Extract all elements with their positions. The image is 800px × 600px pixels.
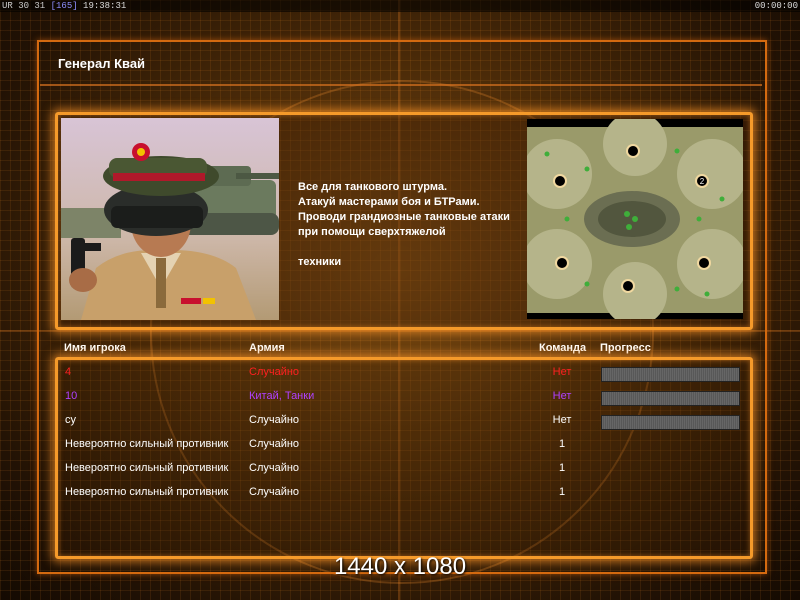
start-position-marker[interactable] [626,144,640,158]
fps-label: [165] [50,1,78,11]
title-divider [40,84,762,86]
general-description: Все для танкового штурма. Атакуй мастера… [298,181,510,268]
player-list-panel [55,357,753,559]
player-row[interactable]: су Случайно Нет [0,414,800,430]
player-name: 10 [65,390,78,402]
player-team: 1 [558,462,566,474]
player-army: Случайно [249,486,300,498]
player-army: Случайно [249,366,300,378]
header-army: Армия [249,342,285,354]
start-position-marker[interactable] [555,256,569,270]
player-army: Китай, Танки [249,390,315,402]
timer-label: 00:00:00 [754,1,798,11]
start-position-marker[interactable] [553,174,567,188]
player-team: Нет [552,414,572,426]
clock-label: 19:38:31 [83,1,127,11]
player-name: су [65,414,76,426]
start-position-marker[interactable]: 2 [695,174,709,188]
player-row[interactable]: 10 Китай, Танки Нет [0,390,800,406]
player-team: Нет [552,366,572,378]
general-title: Генерал Квай [58,56,146,71]
start-position-label: 2 [700,177,705,186]
player-row[interactable]: Невероятно сильный противник Случайно 1 [0,462,800,478]
player-name: Невероятно сильный противник [65,438,229,450]
map-preview[interactable]: 2 [527,119,743,319]
player-team: 1 [558,438,566,450]
debug-status-bar: UR 30 31 [165] 19:38:31 00:00:00 [0,0,800,12]
player-team: Нет [552,390,572,402]
resolution-label: 1440 x 1080 [333,553,467,580]
player-name: Невероятно сильный противник [65,486,229,498]
loading-progress-bar [601,415,740,430]
general-portrait [61,118,279,320]
start-position-marker[interactable] [621,279,635,293]
loading-progress-bar [601,367,740,382]
header-team: Команда [539,342,587,354]
player-row[interactable]: 4 Случайно Нет [0,366,800,382]
player-team: 1 [558,486,566,498]
start-position-marker[interactable] [697,256,711,270]
header-player-name: Имя игрока [64,342,126,354]
player-name: Невероятно сильный противник [65,462,229,474]
player-army: Случайно [249,438,300,450]
player-row[interactable]: Невероятно сильный противник Случайно 1 [0,438,800,454]
player-name: 4 [65,366,72,378]
version-label: UR 30 31 [2,1,46,11]
loading-progress-bar [601,391,740,406]
header-progress: Прогресс [600,342,651,354]
player-row[interactable]: Невероятно сильный противник Случайно 1 [0,486,800,502]
player-army: Случайно [249,462,300,474]
player-army: Случайно [249,414,300,426]
